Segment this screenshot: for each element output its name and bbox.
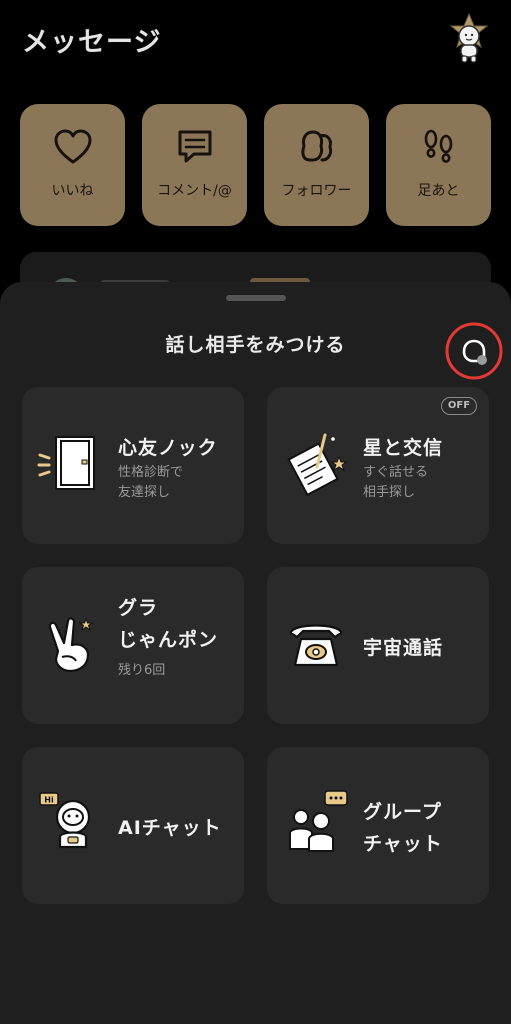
followers-icon — [300, 130, 332, 162]
heart-icon — [54, 129, 91, 164]
footprints-icon — [424, 129, 452, 163]
tile-label: いいね — [51, 183, 94, 199]
page-title: メッセージ — [22, 27, 162, 58]
telephone-icon — [289, 624, 343, 667]
card-hoshi-koushin[interactable]: OFF 星と交信 すぐ話せる 相手探し — [267, 387, 489, 544]
card-gura-janpon[interactable]: グラ じゃんポン 残り6回 — [22, 567, 244, 724]
peace-hand-icon — [48, 617, 94, 673]
card-shinyuu-knock[interactable]: 心友ノック 性格診断で 友達探し — [22, 387, 244, 544]
card-subtitle: 性格診断で — [118, 465, 184, 480]
tile-likes[interactable]: いいね — [20, 104, 125, 226]
star-character-icon[interactable] — [446, 12, 492, 64]
group-people-icon — [289, 790, 348, 852]
comment-icon — [178, 130, 211, 163]
tile-label: フォロワー — [281, 183, 352, 199]
sheet-grabber[interactable] — [226, 295, 286, 301]
card-title: じゃんポン — [118, 629, 219, 651]
tile-followers[interactable]: フォロワー — [264, 104, 369, 226]
card-title: グラ — [118, 597, 159, 619]
card-title: AIチャット — [118, 817, 222, 839]
card-uchuu-tsuuwa[interactable]: 宇宙通話 — [267, 567, 489, 724]
hi-bubble-text: Hi — [44, 796, 54, 805]
card-ai-chat[interactable]: Hi AIチャット — [22, 747, 244, 904]
door-icon — [37, 436, 95, 490]
tile-label: コメント/@ — [157, 183, 232, 199]
messages-screen: メッセージ いいね コメント/@ フォロワー 足あと 話し相手をみつける 心友ノ… — [0, 0, 511, 1024]
remaining-count: 残り6回 — [118, 663, 166, 678]
quick-tiles: いいね コメント/@ フォロワー 足あと — [20, 104, 491, 226]
card-title: チャット — [363, 833, 443, 855]
card-subtitle: 相手探し — [363, 485, 416, 500]
letter-pen-icon — [287, 433, 348, 497]
header: メッセージ — [0, 0, 511, 90]
card-subtitle: すぐ話せる — [363, 465, 429, 480]
off-badge[interactable]: OFF — [441, 397, 477, 415]
find-partner-sheet: 話し相手をみつける 心友ノック 性格診断で 友達探し OFF 星と交信 すぐ話せ… — [0, 282, 511, 1024]
astronaut-icon: Hi — [39, 792, 91, 849]
tile-footprints[interactable]: 足あと — [386, 104, 491, 226]
card-title: 宇宙通話 — [363, 637, 444, 659]
settings-toggle-button[interactable] — [444, 321, 504, 381]
card-title: グループ — [363, 801, 442, 823]
card-subtitle: 友達探し — [118, 485, 171, 500]
card-group-chat[interactable]: グループ チャット — [267, 747, 489, 904]
tile-label: 足あと — [417, 183, 460, 199]
tile-comments[interactable]: コメント/@ — [142, 104, 247, 226]
card-title: 心友ノック — [118, 437, 218, 459]
card-title: 星と交信 — [363, 437, 444, 459]
sheet-title: 話し相手をみつける — [165, 334, 346, 356]
